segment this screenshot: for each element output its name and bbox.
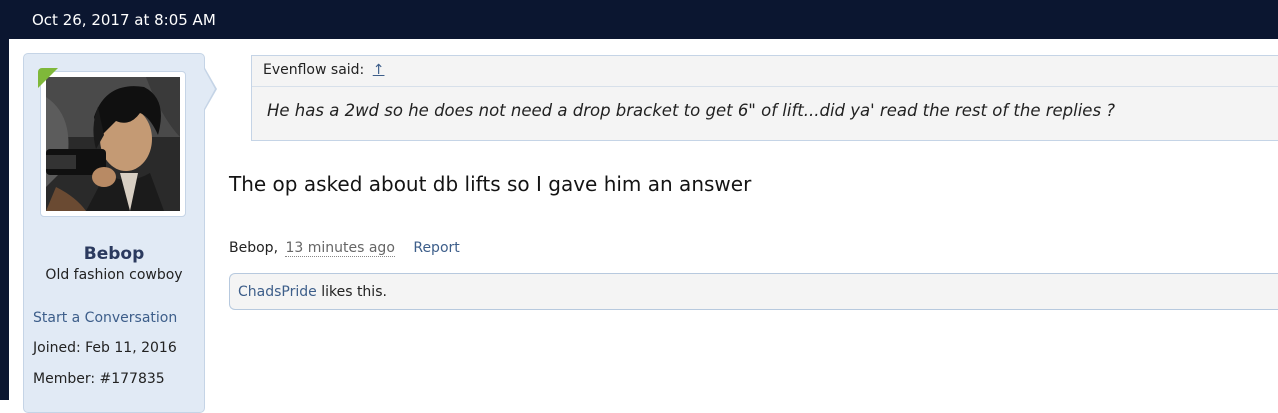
user-title: Old fashion cowboy — [45, 267, 183, 283]
report-link[interactable]: Report — [413, 240, 459, 256]
post-message: The op asked about db lifts so I gave hi… — [229, 172, 752, 196]
post-date-bar: Oct 26, 2017 at 8:05 AM — [9, 0, 1278, 39]
likes-summary: ChadsPride likes this. — [229, 273, 1278, 310]
joined-value: Feb 11, 2016 — [85, 340, 177, 356]
member-label: Member: — [33, 371, 96, 387]
member-value: #177835 — [99, 371, 165, 387]
start-conversation-link[interactable]: Start a Conversation — [33, 310, 177, 326]
joined-label: Joined: — [33, 340, 81, 356]
avatar[interactable] — [40, 71, 186, 217]
quote-attribution: Evenflow said: ↑ — [263, 62, 384, 78]
member-stat: Member: #177835 — [33, 371, 165, 387]
quote-block — [251, 55, 1278, 141]
left-edge-border — [0, 0, 9, 400]
panel-arrow — [204, 69, 215, 109]
post-meta: Bebop, 13 minutes ago Report — [229, 240, 460, 257]
username[interactable]: Bebop — [23, 244, 205, 264]
quote-author: Evenflow said: — [263, 62, 365, 78]
likes-suffix: likes this. — [316, 284, 387, 300]
post-author[interactable]: Bebop — [229, 240, 274, 256]
post-date: Oct 26, 2017 at 8:05 AM — [32, 11, 216, 29]
post-time[interactable]: 13 minutes ago — [285, 240, 395, 257]
post-author-suffix: , — [273, 240, 279, 256]
quote-text: He has a 2wd so he does not need a drop … — [267, 101, 1116, 120]
avatar-image — [46, 77, 180, 211]
quote-divider — [252, 86, 1278, 87]
jump-to-quote-icon[interactable]: ↑ — [373, 62, 385, 78]
joined-stat: Joined: Feb 11, 2016 — [33, 340, 177, 356]
liker-link[interactable]: ChadsPride — [238, 284, 317, 300]
